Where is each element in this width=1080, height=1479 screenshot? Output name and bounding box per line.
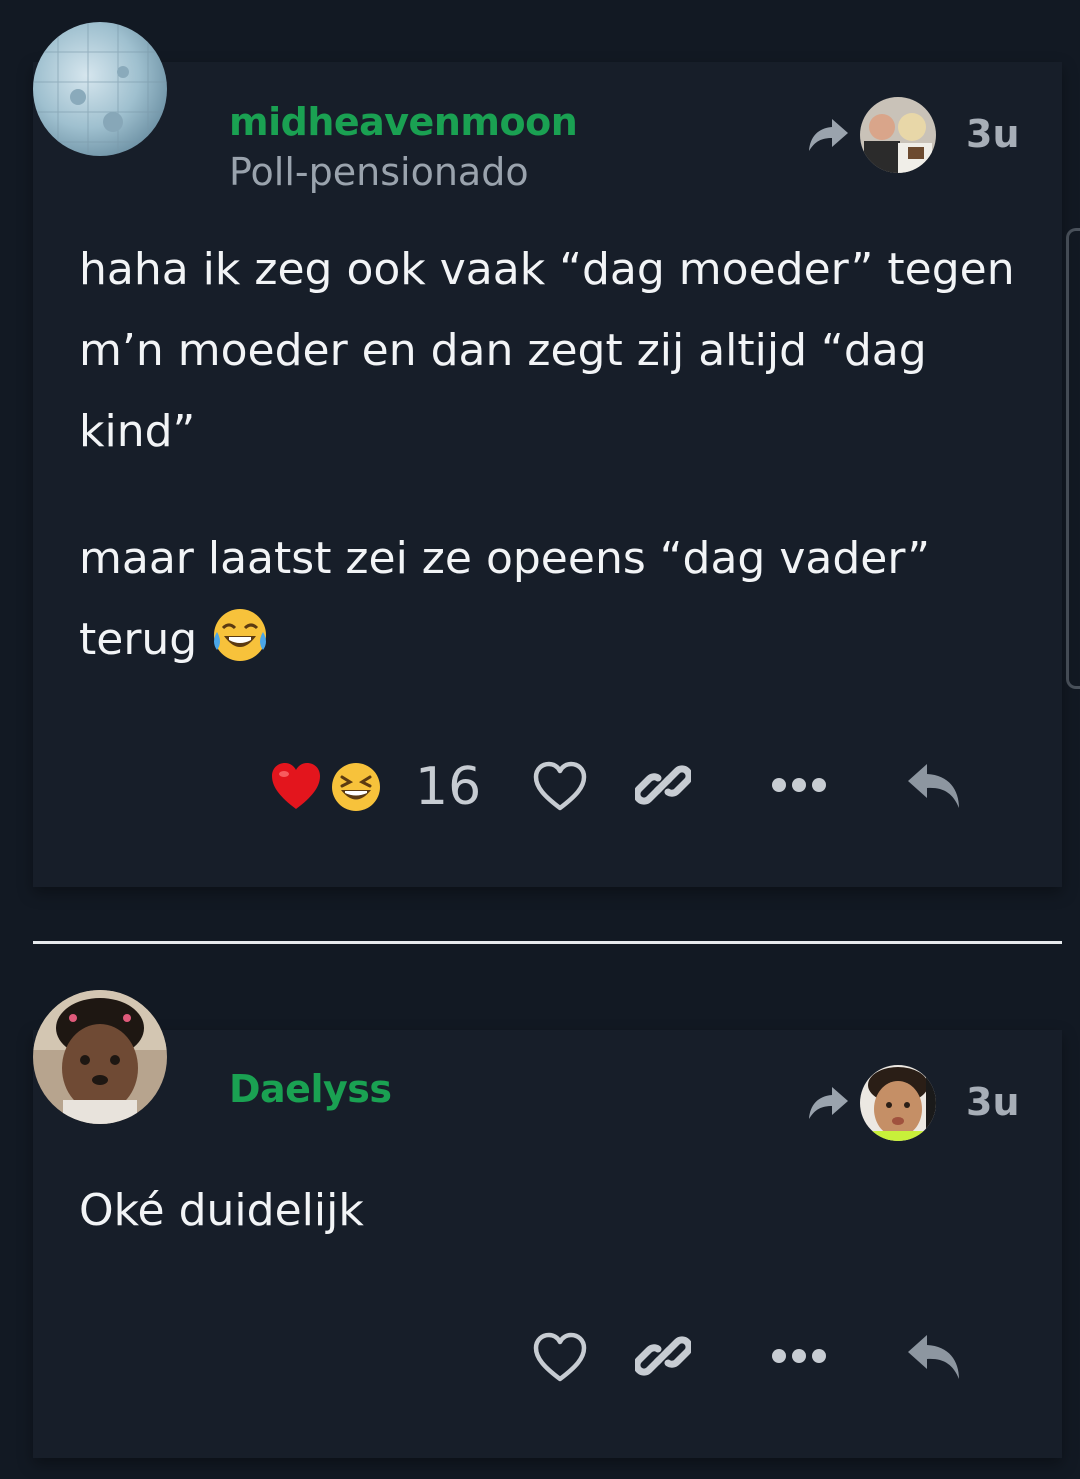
link-icon[interactable] xyxy=(635,757,691,813)
ellipsis-icon[interactable] xyxy=(771,1345,827,1367)
heart-reaction-icon[interactable] xyxy=(270,761,322,811)
link-icon[interactable] xyxy=(635,1328,691,1384)
reaction-count[interactable]: 16 xyxy=(415,757,481,817)
user-title: Poll-pensionado xyxy=(229,150,529,194)
laughing-reaction-icon[interactable] xyxy=(330,761,382,813)
share-arrow-icon xyxy=(809,119,848,151)
username[interactable]: Daelyss xyxy=(229,1067,392,1111)
post-time[interactable]: 3u xyxy=(966,112,1020,156)
post-text: maar laatst zei ze opeens “dag vader” te… xyxy=(79,518,1029,680)
reply-to-avatar[interactable] xyxy=(860,97,936,173)
post-text-span: maar laatst zei ze opeens “dag vader” te… xyxy=(79,533,931,665)
reply-to-avatar[interactable] xyxy=(860,1065,936,1141)
reply-to-avatar-image xyxy=(860,97,936,173)
divider xyxy=(33,941,1062,944)
share-arrow-icon xyxy=(809,1087,848,1119)
heart-outline-icon[interactable] xyxy=(532,1331,588,1383)
reply-icon[interactable] xyxy=(905,1331,963,1383)
ellipsis-icon[interactable] xyxy=(771,774,827,796)
avatar[interactable] xyxy=(33,22,167,156)
reply-icon[interactable] xyxy=(905,760,963,812)
post-time[interactable]: 3u xyxy=(966,1080,1020,1124)
scrollbar[interactable] xyxy=(1066,228,1080,689)
reply-to-avatar-image xyxy=(860,1065,936,1141)
username[interactable]: midheavenmoon xyxy=(229,100,578,144)
post-text: haha ik zeg ook vaak “dag moeder” tegen … xyxy=(79,244,1015,457)
child-face-avatar-image xyxy=(33,990,167,1124)
avatar[interactable] xyxy=(33,990,167,1124)
tears-of-joy-emoji xyxy=(214,609,267,661)
post-text: Oké duidelijk xyxy=(79,1185,364,1236)
moon-map-avatar-image xyxy=(33,22,167,156)
heart-outline-icon[interactable] xyxy=(532,760,588,812)
